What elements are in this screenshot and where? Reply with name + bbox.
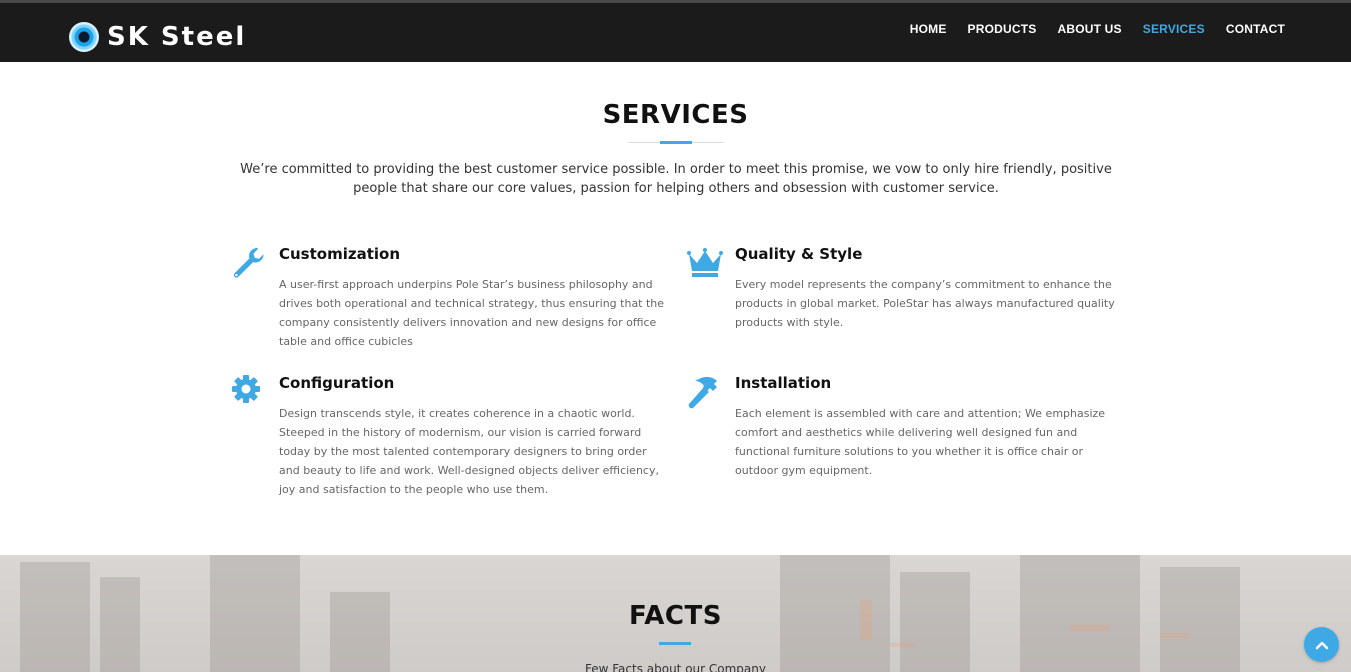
services-title: SERVICES bbox=[602, 100, 749, 130]
scroll-to-top-button[interactable] bbox=[1304, 627, 1339, 662]
services-title-divider bbox=[628, 141, 724, 144]
chevron-up-icon bbox=[1315, 641, 1328, 649]
facts-subtitle: Few Facts about our Company bbox=[584, 662, 766, 672]
wrench-icon bbox=[233, 248, 264, 278]
service-description: Design transcends style, it creates cohe… bbox=[279, 407, 659, 496]
nav-about-us[interactable]: ABOUT US bbox=[1057, 22, 1121, 36]
service-description: A user-first approach underpins Pole Sta… bbox=[279, 278, 665, 348]
brand-logo[interactable]: SK Steel bbox=[69, 21, 246, 53]
service-title: Customization bbox=[279, 245, 401, 263]
nav-services[interactable]: SERVICES bbox=[1143, 22, 1205, 36]
gear-icon bbox=[232, 375, 260, 403]
facts-title-divider bbox=[659, 642, 691, 645]
brand-name: SK Steel bbox=[107, 22, 247, 52]
service-description: Every model represents the company’s com… bbox=[735, 278, 1115, 329]
service-title: Installation bbox=[735, 374, 832, 392]
main-nav: HOME PRODUCTS ABOUT US SERVICES CONTACT bbox=[910, 22, 1285, 36]
service-description: Each element is assembled with care and … bbox=[735, 407, 1106, 477]
service-title: Configuration bbox=[279, 374, 395, 392]
hammer-icon bbox=[688, 377, 717, 409]
nav-home[interactable]: HOME bbox=[910, 22, 947, 36]
crown-icon bbox=[687, 248, 723, 277]
logo-icon bbox=[69, 22, 99, 52]
nav-products[interactable]: PRODUCTS bbox=[968, 22, 1037, 36]
top-navbar: SK Steel HOME PRODUCTS ABOUT US SERVICES… bbox=[0, 0, 1351, 62]
facts-title: FACTS bbox=[629, 601, 722, 631]
nav-contact[interactable]: CONTACT bbox=[1226, 22, 1285, 36]
service-title: Quality & Style bbox=[735, 245, 863, 263]
services-intro: We’re committed to providing the best cu… bbox=[240, 162, 1112, 196]
